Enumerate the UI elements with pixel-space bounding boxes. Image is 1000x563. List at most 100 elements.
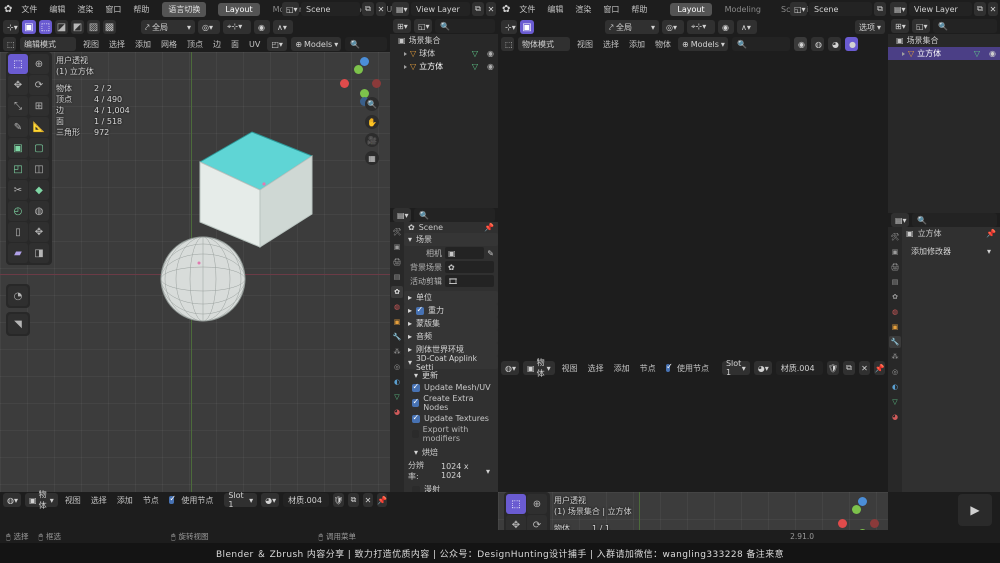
gizmo-axis-y-neg[interactable] — [354, 65, 363, 74]
bottom-material-name-field[interactable]: 材质.004 — [283, 493, 329, 507]
right-outliner[interactable]: ⊞▾ ◱▾ 🔍 ▣ 场景集合 ▽ 立方体 ▽ ◉ — [888, 18, 1000, 213]
material-browse-icon[interactable]: ◕▾ — [753, 361, 772, 375]
physics-tab-right[interactable]: ◎ — [889, 366, 901, 378]
annotate-tool[interactable]: ✎ — [8, 117, 28, 137]
add-modifier-dropdown[interactable]: 添加修改器 ▾ — [907, 244, 995, 259]
menu-add[interactable]: 添加 — [132, 38, 154, 51]
play-icon[interactable]: ▶ — [970, 503, 979, 517]
pivot-point-dropdown-right[interactable]: ◎▾ — [662, 20, 684, 34]
data-tab[interactable]: ▽ — [391, 391, 403, 403]
list-item[interactable]: ▽ 球体 ▽ ◉ — [390, 47, 498, 60]
section-gravity[interactable]: ▸ 重力 — [404, 304, 498, 317]
object-tab[interactable]: ▣ — [391, 316, 403, 328]
camera-icon[interactable]: 🎥 — [365, 133, 379, 147]
viewlayer-tab[interactable]: ▤ — [391, 271, 403, 283]
gizmo-axis-x-right[interactable] — [870, 519, 879, 528]
new-material-button[interactable]: ⧉ — [843, 361, 856, 375]
bottom-shader-menu-node[interactable]: 节点 — [140, 494, 162, 507]
slot-dropdown[interactable]: Slot 1 ▾ — [721, 359, 750, 377]
object-properties-panel[interactable]: ▤▾ 🔍 🛠 ▣ 🖨 ▤ ✿ ◍ ▣ 🔧 ⁂ ◎ ◐ ▽ ◕ ▣ 立方体 📌 添… — [888, 213, 1000, 492]
mesh-select-extra-icon[interactable]: ▨ — [87, 20, 100, 34]
hide-icon[interactable]: ◉ — [487, 62, 494, 71]
obj-props-editor-type-icon[interactable]: ▤▾ — [891, 213, 909, 227]
bottom-new-material-button[interactable]: ⧉ — [347, 493, 359, 507]
outliner-search-input-right[interactable]: 🔍 — [933, 19, 997, 33]
viewlayer-tab-right[interactable]: ▤ — [889, 276, 901, 288]
transform-orientation-pivot-right[interactable]: ⊹▾ — [501, 20, 517, 34]
menu-help[interactable]: 帮助 — [130, 3, 152, 16]
cursor-tool[interactable]: ⊕ — [29, 54, 49, 74]
transform-tool[interactable]: ⊞ — [29, 96, 49, 116]
scene-name-field[interactable]: Scene — [301, 2, 360, 16]
poly-build-tool[interactable]: ◆ — [29, 180, 49, 200]
update-mesh-uv-checkbox[interactable] — [412, 382, 420, 392]
expand-arrow-icon-right[interactable] — [902, 51, 905, 56]
viewport-search-input-right[interactable]: 🔍 — [732, 37, 790, 51]
shear-tool[interactable]: ▰ — [8, 243, 28, 263]
physics-tab[interactable]: ◎ — [391, 361, 403, 373]
gravity-checkbox[interactable] — [416, 305, 425, 315]
particles-tab-right[interactable]: ⁂ — [889, 351, 901, 363]
field-resolution[interactable]: 分辨率: 1024 x 1024 ▾ — [404, 459, 498, 483]
left-outliner[interactable]: ⊞▾ ◱▾ 🔍 ▣ 场景集合 ▽ 球体 ▽ ◉ ▽ 立方体 ▽ ◉ — [390, 18, 498, 208]
viewlayer-icon[interactable]: ▤▾ — [392, 2, 409, 16]
left-viewport-toolbar-extra2[interactable]: ◥ — [6, 312, 30, 336]
bottom-shader-mode-dropdown[interactable]: ▣ 物体 ▾ — [25, 490, 58, 510]
snap-mode-dropdown[interactable]: ⤤ 全局 ▾ — [141, 20, 195, 34]
background-scene-field[interactable]: ✿ — [445, 261, 494, 273]
bottom-shader-menu-add[interactable]: 添加 — [114, 494, 136, 507]
bottom-unlink-material-button[interactable]: ✕ — [362, 493, 373, 507]
object-tab-right[interactable]: ▣ — [889, 321, 901, 333]
menu-vertex[interactable]: 顶点 — [184, 38, 206, 51]
render-tab[interactable]: ▣ — [391, 241, 403, 253]
models-addon-dropdown[interactable]: ⊕ Models ▾ — [291, 37, 342, 51]
rip-region-tool[interactable]: ◨ — [29, 243, 49, 263]
menu-edit-right[interactable]: 编辑 — [544, 3, 566, 16]
shading-material-icon[interactable]: ◕ — [828, 37, 841, 51]
left-viewlayer-selector[interactable]: ▤▾ View Layer ⧉ ✕ — [392, 2, 496, 16]
bottom-use-nodes-checkbox[interactable] — [168, 494, 175, 504]
scale-tool[interactable]: ⤡ — [8, 96, 28, 116]
viewlayer-name-field-right[interactable]: View Layer — [909, 2, 972, 16]
tab-layout[interactable]: Layout — [218, 2, 260, 16]
snap-mode-dropdown-right[interactable]: ⤤ 全局 ▾ — [605, 20, 659, 34]
proportional-edit-toggle-right[interactable]: ◉ — [718, 20, 734, 34]
shading-solid-icon[interactable]: ◉ — [794, 37, 807, 51]
zoom-icon[interactable]: 🔍 — [365, 97, 379, 111]
update-textures-checkbox[interactable] — [412, 413, 420, 423]
scene-tab-right[interactable]: ✿ — [889, 291, 901, 303]
active-clip-field[interactable]: 🎞 — [445, 275, 494, 287]
menu-window-right[interactable]: 窗口 — [600, 3, 622, 16]
modifier-tab-right[interactable]: 🔧 — [889, 336, 901, 348]
gizmo-axis-x[interactable] — [372, 79, 381, 88]
shader-menu-select[interactable]: 选择 — [585, 362, 607, 375]
unlink-material-button[interactable]: ✕ — [859, 361, 871, 375]
left-3d-viewport[interactable]: ⬚ ⊕ ✥ ⟳ ⤡ ⊞ ✎ 📐 ▣ ▢ ◰ ◫ ✂ ◆ ◴ ◍ ▯ ✥ ▰ ◨ … — [0, 52, 390, 492]
fake-user-button[interactable]: 🛡 — [827, 361, 840, 375]
menu-view[interactable]: 视图 — [80, 38, 102, 51]
output-tab-right[interactable]: 🖨 — [889, 261, 901, 273]
render-tab-right[interactable]: ▣ — [889, 246, 901, 258]
editor-type-icon[interactable]: ⬚ — [3, 37, 16, 51]
field-active-clip[interactable]: 活动剪辑 🎞 — [404, 274, 498, 288]
menu-file[interactable]: 文件 — [18, 3, 40, 16]
right-viewlayer-selector[interactable]: ▤▾ View Layer ⧉ ✕ — [890, 2, 998, 16]
smooth-tool[interactable]: ◍ — [29, 201, 49, 221]
outliner-display-mode[interactable]: ◱▾ — [414, 19, 432, 33]
edge-select-mode-icon[interactable]: ◪ — [55, 20, 68, 34]
gizmo-axis-x-neg[interactable] — [340, 79, 349, 88]
vertex-select-mode-icon[interactable]: ⬚ — [39, 20, 52, 34]
bottom-pin-material-button[interactable]: 📌 — [376, 493, 387, 507]
scene-properties-panel[interactable]: ▤▾ 🔍 🛠 ▣ 🖨 ▤ ✿ ◍ ▣ 🔧 ⁂ ◎ ◐ ▽ ◕ ✿ Scene 📌 — [390, 208, 498, 492]
props-search-input[interactable]: 🔍 — [414, 208, 495, 222]
option-update-textures[interactable]: Update Textures — [404, 413, 498, 424]
constraint-tab-right[interactable]: ◐ — [889, 381, 901, 393]
camera-field[interactable]: ▣ — [445, 247, 485, 259]
section-3dcoat-applink[interactable]: ▾ 3D-Coat Applink Setti — [404, 354, 498, 372]
spin-tool[interactable]: ◴ — [8, 201, 28, 221]
option-update-mesh-uv[interactable]: Update Mesh/UV — [404, 382, 498, 393]
tab-modeling-right[interactable]: Modeling — [718, 3, 768, 16]
viewport-search-input[interactable]: 🔍 — [345, 37, 387, 51]
left-viewport-toolbar-extra[interactable]: ◔ — [6, 284, 30, 308]
remove-scene-button[interactable]: ✕ — [376, 2, 386, 16]
